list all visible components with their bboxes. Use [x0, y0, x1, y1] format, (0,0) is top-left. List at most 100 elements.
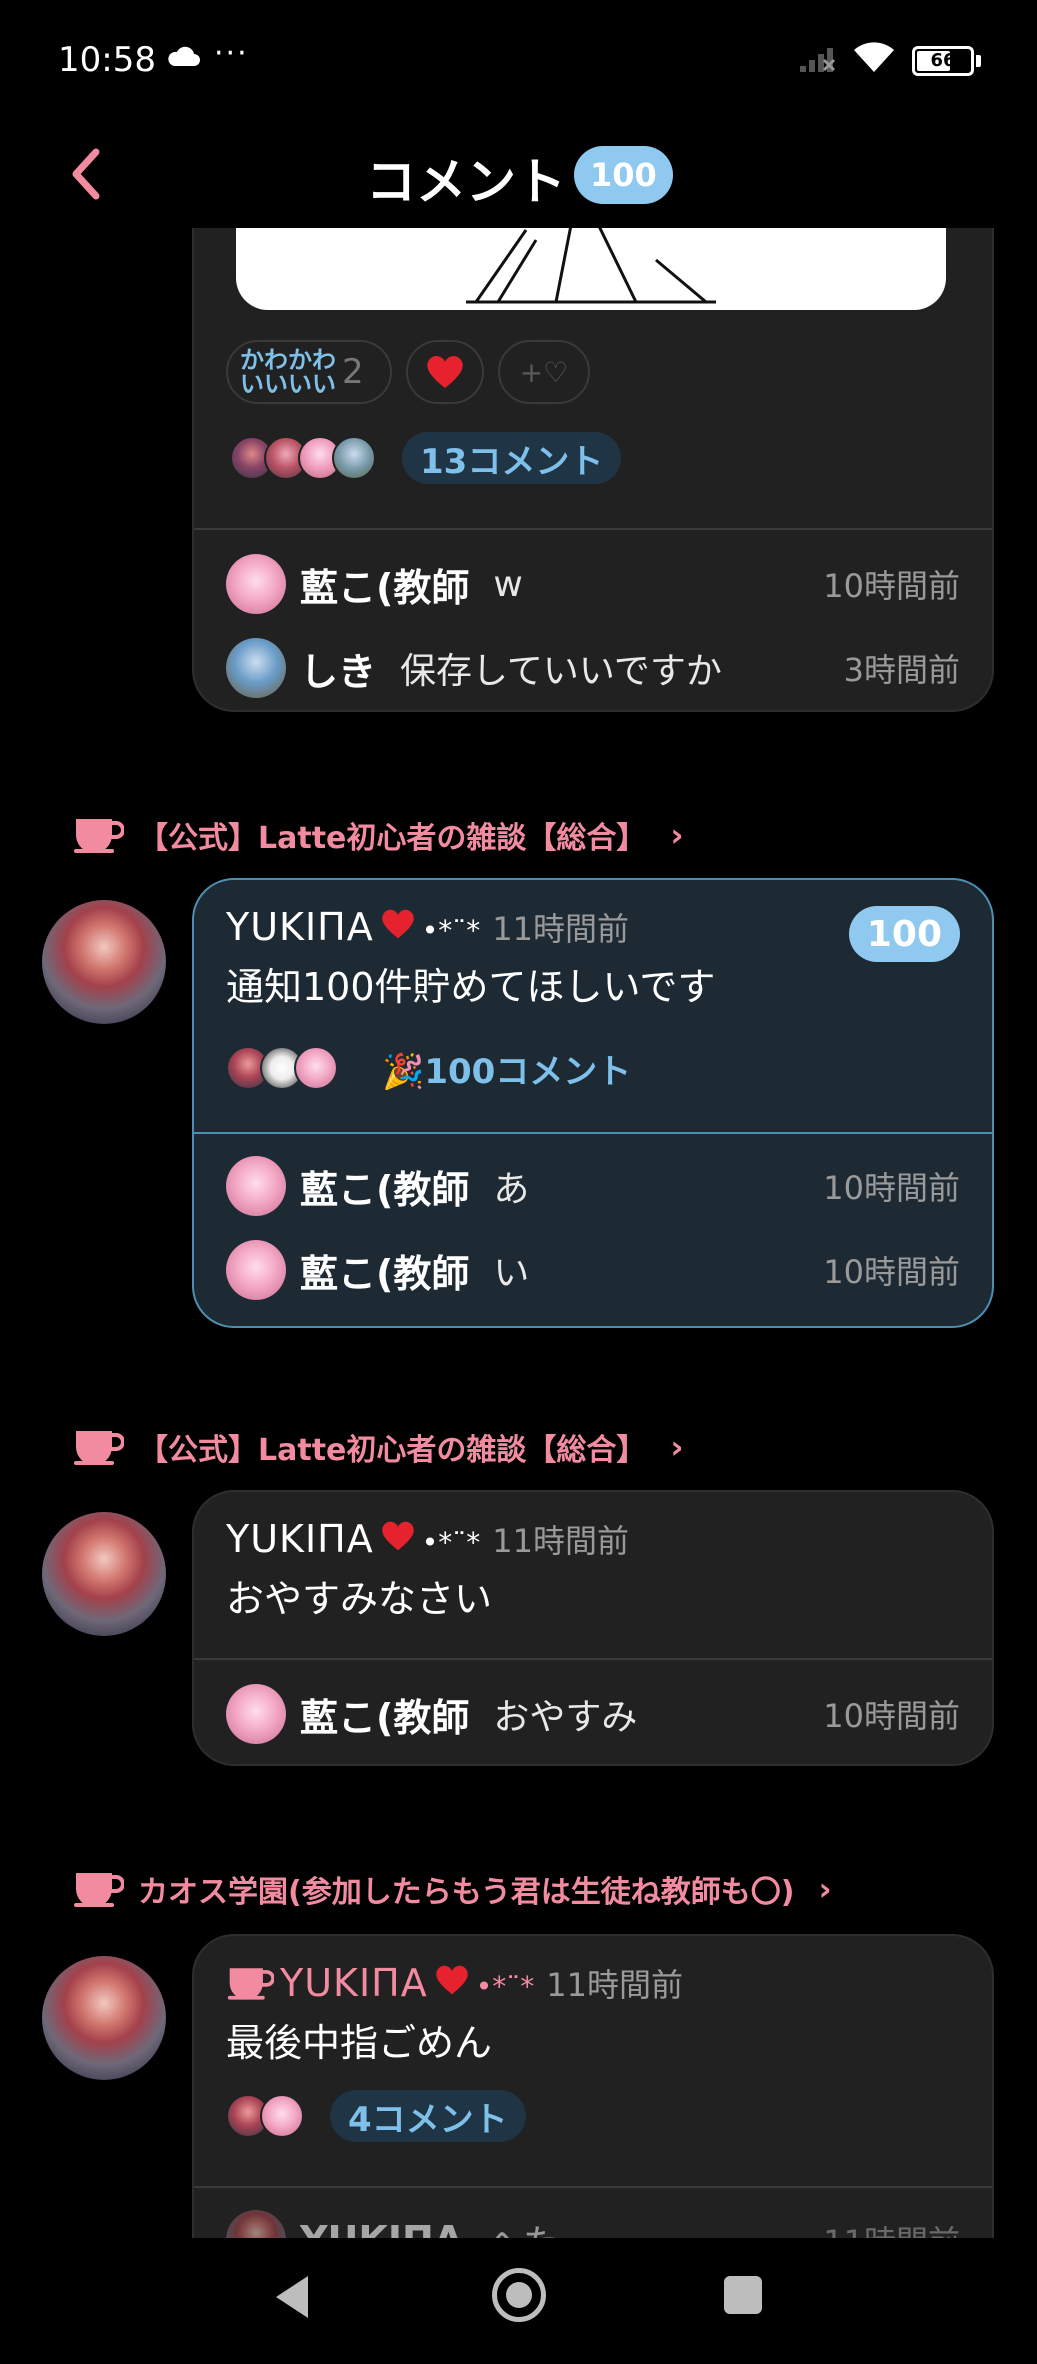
- avatar: [294, 1046, 338, 1090]
- reply-time: 10時間前: [823, 1169, 960, 1207]
- chevron-right-icon: ›: [670, 816, 684, 854]
- comment-count-badge: 100: [574, 146, 673, 204]
- author-decoration: •*¨*: [421, 914, 481, 947]
- reply-time: 10時間前: [823, 1697, 960, 1735]
- reply-row[interactable]: 藍こ(教師 w 10時間前: [194, 542, 992, 626]
- channel-link[interactable]: 【公式】Latte初心者の雑談【総合】 ›: [72, 1422, 684, 1472]
- reaction-count: 2: [342, 352, 364, 392]
- author-decoration: •*¨*: [421, 1526, 481, 1559]
- divider: [194, 1658, 992, 1660]
- avatar: [226, 638, 286, 698]
- nav-home-icon[interactable]: [492, 2268, 546, 2322]
- status-bar: 10:58 ··· 66: [0, 0, 1037, 120]
- reply-author[interactable]: 藍こ(教師: [300, 1159, 469, 1214]
- post-card[interactable]: かわかわ いいいい 2 +♡ 13コメント 藍こ(教師 w 10時間前 しき 保…: [192, 228, 994, 712]
- heart-icon: [381, 909, 414, 939]
- back-button[interactable]: [62, 144, 110, 204]
- commenter-avatars: [230, 436, 376, 480]
- comments-row[interactable]: 🎉100コメント: [226, 1042, 649, 1094]
- sketch-image: [466, 228, 716, 304]
- chevron-left-icon: [72, 148, 100, 200]
- divider: [194, 2186, 992, 2188]
- coffee-cup-icon: [74, 1873, 124, 1907]
- reply-author[interactable]: 藍こ(教師: [300, 1243, 469, 1298]
- channel-name: 【公式】Latte初心者の雑談【総合】: [138, 821, 647, 856]
- reply-time: 3時間前: [843, 651, 960, 689]
- nav-back-icon[interactable]: [272, 2274, 312, 2320]
- divider: [194, 528, 992, 530]
- add-reaction-button[interactable]: +♡: [498, 340, 590, 404]
- reply-text: 保存していいですか: [400, 651, 722, 692]
- coffee-cup-icon: [227, 1968, 274, 2000]
- heart-icon: [427, 355, 463, 388]
- reaction-kawakawa-label-1: かわかわ: [240, 346, 336, 374]
- avatar: [226, 1240, 286, 1300]
- cloud-icon: [168, 46, 200, 66]
- reply-author[interactable]: しき: [300, 641, 376, 696]
- post-time: 11時間前: [546, 1966, 683, 2004]
- reply-text: い: [493, 1253, 530, 1294]
- reply-text: あ: [493, 1169, 530, 1210]
- post-content: YUKIΠA •*¨* 11時間前 最後中指ごめん: [226, 1960, 683, 2067]
- reply-time: 10時間前: [823, 1253, 960, 1291]
- comment-count-pill[interactable]: 🎉100コメント: [364, 1042, 649, 1094]
- signal-icon: [800, 48, 836, 72]
- notification-feed[interactable]: かわかわ いいいい 2 +♡ 13コメント 藍こ(教師 w 10時間前 しき 保…: [0, 228, 1037, 2238]
- channel-name: 【公式】Latte初心者の雑談【総合】: [138, 1433, 647, 1468]
- author-decoration: •*¨*: [475, 1970, 535, 2003]
- channel-link[interactable]: カオス学園(参加したらもう君は生徒ね教師も〇) ›: [72, 1864, 832, 1914]
- reply-row[interactable]: 藍こ(教師 おやすみ 10時間前: [194, 1672, 992, 1756]
- status-time: 10:58: [58, 40, 156, 80]
- post-author[interactable]: YUKIΠA: [226, 905, 374, 949]
- avatar: [226, 554, 286, 614]
- heart-icon: [381, 1521, 414, 1551]
- nav-recents-icon[interactable]: [724, 2276, 762, 2314]
- add-reaction-label: +♡: [519, 355, 569, 389]
- reaction-kawakawa[interactable]: かわかわ いいいい 2: [226, 340, 392, 404]
- comments-row[interactable]: 4コメント: [226, 2090, 526, 2142]
- author-avatar[interactable]: [42, 900, 166, 1024]
- reply-time: 11時間前: [823, 2217, 960, 2238]
- reaction-heart[interactable]: [406, 340, 484, 404]
- reply-author[interactable]: 藍こ(教師: [300, 1687, 469, 1742]
- comment-count-pill[interactable]: 13コメント: [402, 432, 622, 484]
- post-card[interactable]: YUKIΠA •*¨* 11時間前 おやすみなさい 藍こ(教師 おやすみ 10時…: [192, 1490, 994, 1766]
- avatar: [332, 436, 376, 480]
- comment-count-pill[interactable]: 4コメント: [330, 2090, 526, 2142]
- reply-text: w: [493, 563, 523, 605]
- post-author[interactable]: YUKIΠA: [280, 1961, 428, 2005]
- post-body: おやすみなさい: [226, 1577, 493, 1621]
- wifi-icon: [854, 42, 894, 72]
- avatar: [226, 1156, 286, 1216]
- reply-author[interactable]: YUKIΠA: [300, 2218, 463, 2238]
- heart-icon: [435, 1965, 468, 1995]
- post-image[interactable]: [236, 228, 946, 310]
- post-card-highlighted[interactable]: 100 YUKIΠA •*¨* 11時間前 通知100件貯めてほしいです 🎉10…: [192, 878, 994, 1328]
- reply-list: 藍こ(教師 w 10時間前 しき 保存していいですか 3時間前: [194, 542, 992, 710]
- reply-row[interactable]: 藍こ(教師 い 10時間前: [194, 1228, 992, 1312]
- post-content: YUKIΠA •*¨* 11時間前 通知100件貯めてほしいです: [226, 904, 715, 1011]
- reply-text: おやすみ: [493, 1697, 638, 1738]
- channel-name: カオス学園(参加したらもう君は生徒ね教師も〇): [138, 1875, 795, 1910]
- reply-row[interactable]: しき 保存していいですか 3時間前: [194, 626, 992, 710]
- reply-list: 藍こ(教師 あ 10時間前 藍こ(教師 い 10時間前: [194, 1144, 992, 1312]
- post-header: YUKIΠA •*¨* 11時間前: [226, 1516, 629, 1562]
- post-author[interactable]: YUKIΠA: [226, 1517, 374, 1561]
- author-avatar[interactable]: [42, 1956, 166, 2080]
- author-avatar[interactable]: [42, 1512, 166, 1636]
- avatar: [226, 2210, 286, 2238]
- post-header: YUKIΠA •*¨* 11時間前: [226, 904, 715, 950]
- post-body: 最後中指ごめん: [226, 2021, 493, 2065]
- post-content: YUKIΠA •*¨* 11時間前 おやすみなさい: [226, 1516, 629, 1623]
- post-header: YUKIΠA •*¨* 11時間前: [226, 1960, 683, 2006]
- reply-time: 10時間前: [823, 567, 960, 605]
- battery-icon: 66: [912, 46, 974, 76]
- post-time: 11時間前: [492, 910, 629, 948]
- reply-author[interactable]: 藍こ(教師: [300, 557, 469, 612]
- post-card[interactable]: YUKIΠA •*¨* 11時間前 最後中指ごめん 4コメント YUKIΠA へ…: [192, 1934, 994, 2238]
- reply-row[interactable]: YUKIΠA へた 11時間前: [194, 2198, 992, 2238]
- channel-link[interactable]: 【公式】Latte初心者の雑談【総合】 ›: [72, 810, 684, 860]
- comments-row[interactable]: 13コメント: [230, 432, 622, 484]
- reply-row[interactable]: 藍こ(教師 あ 10時間前: [194, 1144, 992, 1228]
- coffee-cup-icon: [74, 1431, 124, 1465]
